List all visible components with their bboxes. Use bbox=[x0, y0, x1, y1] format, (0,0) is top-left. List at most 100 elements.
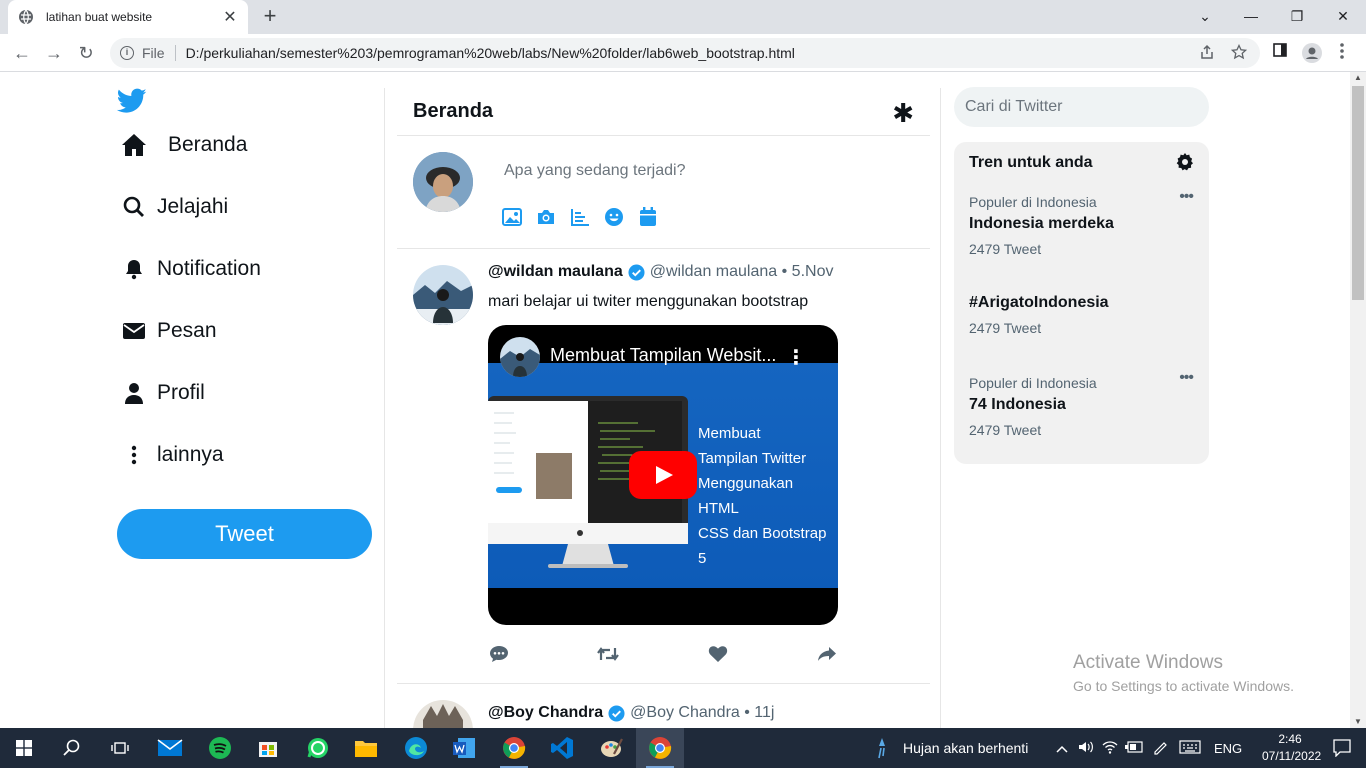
trend-item[interactable]: Populer di Indonesia 74 Indonesia 2479 T… bbox=[969, 369, 1199, 438]
forward-button[interactable]: → bbox=[42, 41, 66, 65]
profile-icon[interactable] bbox=[1300, 42, 1324, 64]
tweet-button[interactable]: Tweet bbox=[117, 509, 372, 559]
camera-icon[interactable] bbox=[535, 206, 557, 228]
avatar[interactable] bbox=[413, 152, 473, 212]
compose-input[interactable]: Apa yang sedang terjadi? bbox=[504, 162, 685, 180]
browser-tab-strip: latihan buat website ✕ + ⌄ — ❐ ✕ bbox=[0, 0, 1366, 34]
youtube-embed[interactable]: Membuat Tampilan Websit... ⋮ Membuat Tam… bbox=[488, 325, 838, 625]
image-icon[interactable] bbox=[501, 206, 523, 228]
tweet-card[interactable]: @Boy Chandra @Boy Chandra • 11j bbox=[397, 684, 930, 728]
emoji-icon[interactable] bbox=[603, 206, 625, 228]
paint-icon[interactable] bbox=[588, 728, 636, 768]
twitter-logo-icon[interactable] bbox=[117, 88, 147, 114]
retweet-icon[interactable] bbox=[597, 643, 619, 665]
tweet-avatar[interactable] bbox=[413, 265, 473, 325]
nav-item-jelajahi[interactable]: Jelajahi bbox=[121, 187, 228, 227]
verified-badge-icon bbox=[628, 263, 645, 281]
nav-item-pesan[interactable]: Pesan bbox=[121, 311, 217, 351]
video-caption-line: Tampilan Twitter bbox=[698, 450, 807, 467]
channel-avatar[interactable] bbox=[500, 337, 540, 377]
scrollbar-thumb[interactable] bbox=[1352, 86, 1364, 300]
language-indicator[interactable]: ENG bbox=[1214, 741, 1242, 756]
search-icon[interactable] bbox=[48, 728, 96, 768]
chevron-up-icon[interactable] bbox=[1050, 741, 1074, 756]
maximize-button[interactable]: ❐ bbox=[1274, 4, 1320, 28]
globe-icon bbox=[19, 9, 33, 25]
poll-icon[interactable] bbox=[569, 206, 591, 228]
weather-rain-icon bbox=[878, 738, 885, 759]
tweet-avatar[interactable] bbox=[413, 700, 473, 728]
more-options-icon[interactable]: ••• bbox=[1179, 369, 1194, 387]
play-button-icon[interactable] bbox=[629, 451, 697, 499]
nav-label: Jelajahi bbox=[157, 195, 229, 218]
task-view-icon[interactable] bbox=[96, 728, 144, 768]
volume-icon[interactable] bbox=[1074, 740, 1098, 757]
page-scrollbar[interactable]: ▲ ▼ bbox=[1350, 72, 1366, 728]
tweet-author-name[interactable]: @Boy Chandra bbox=[488, 704, 603, 722]
tweet-card[interactable]: @wildan maulana @wildan maulana • 5.Nov … bbox=[397, 249, 930, 683]
like-icon[interactable] bbox=[707, 643, 729, 665]
trend-count: 2479 Tweet bbox=[969, 241, 1042, 257]
trend-item[interactable]: Populer di Indonesia Indonesia merdeka 2… bbox=[969, 188, 1199, 257]
video-menu-icon[interactable]: ⋮ bbox=[786, 345, 806, 370]
mail-icon[interactable] bbox=[146, 728, 194, 768]
windows-taskbar: Hujan akan berhenti ENG 2:46 07/11/2022 bbox=[0, 728, 1366, 768]
trend-name: 74 Indonesia bbox=[969, 396, 1066, 413]
trend-item[interactable]: #ArigatoIndonesia 2479 Tweet bbox=[969, 294, 1199, 336]
omnibox[interactable]: i File D:/perkuliahan/semester%203/pemro… bbox=[110, 38, 1260, 68]
share-icon[interactable] bbox=[1196, 44, 1218, 63]
nav-label: Notification bbox=[157, 257, 261, 280]
share-icon[interactable] bbox=[816, 643, 838, 665]
vscode-icon[interactable] bbox=[538, 728, 586, 768]
scroll-up-icon[interactable]: ▲ bbox=[1350, 72, 1366, 84]
windows-start-icon[interactable] bbox=[0, 728, 48, 768]
minimize-button[interactable]: — bbox=[1228, 4, 1274, 28]
tweet-header: @Boy Chandra @Boy Chandra • 11j bbox=[488, 704, 774, 722]
menu-icon[interactable] bbox=[1330, 42, 1354, 64]
keyboard-icon[interactable] bbox=[1174, 739, 1206, 757]
edge-icon[interactable] bbox=[392, 728, 440, 768]
taskbar-clock[interactable]: 2:46 07/11/2022 bbox=[1262, 731, 1321, 765]
weather-widget[interactable]: Hujan akan berhenti bbox=[875, 728, 1028, 768]
clock-time: 2:46 bbox=[1278, 732, 1302, 746]
chrome-icon[interactable] bbox=[490, 728, 538, 768]
browser-tab[interactable]: latihan buat website ✕ bbox=[8, 0, 248, 34]
scroll-down-icon[interactable]: ▼ bbox=[1350, 716, 1366, 728]
sidebar-icon[interactable] bbox=[1268, 42, 1292, 64]
tweet-author-name[interactable]: @wildan maulana bbox=[488, 263, 623, 281]
more-options-icon[interactable]: ••• bbox=[1179, 188, 1194, 206]
calendar-icon[interactable] bbox=[637, 206, 659, 228]
nav-item-beranda[interactable]: Beranda bbox=[121, 125, 247, 165]
video-title[interactable]: Membuat Tampilan Websit... bbox=[550, 345, 776, 366]
chrome-active-icon[interactable] bbox=[636, 728, 684, 768]
wifi-icon[interactable] bbox=[1098, 740, 1122, 757]
reload-button[interactable]: ↻ bbox=[74, 41, 98, 65]
nav-item-notification[interactable]: Notification bbox=[121, 249, 261, 289]
search-input[interactable]: Cari di Twitter bbox=[954, 87, 1209, 127]
tab-search-button[interactable]: ⌄ bbox=[1182, 4, 1228, 28]
back-button[interactable]: ← bbox=[10, 41, 34, 65]
star-icon[interactable] bbox=[1228, 43, 1250, 63]
sparkle-icon[interactable]: ✱ bbox=[892, 98, 914, 129]
gear-icon[interactable] bbox=[1175, 152, 1195, 172]
nav-item-profil[interactable]: Profil bbox=[121, 373, 205, 413]
tab-close-icon[interactable]: ✕ bbox=[222, 7, 238, 27]
store-icon[interactable] bbox=[244, 728, 292, 768]
site-info-icon[interactable]: i bbox=[120, 46, 134, 60]
nav-item-lainnya[interactable]: lainnya bbox=[121, 435, 224, 475]
trend-count: 2479 Tweet bbox=[969, 422, 1042, 438]
battery-icon[interactable] bbox=[1122, 740, 1146, 756]
trend-context: Populer di Indonesia bbox=[969, 375, 1097, 391]
whatsapp-icon[interactable] bbox=[294, 728, 342, 768]
spotify-icon[interactable] bbox=[196, 728, 244, 768]
system-tray: ENG bbox=[1050, 728, 1242, 768]
close-window-button[interactable]: ✕ bbox=[1320, 4, 1366, 28]
pen-icon[interactable] bbox=[1146, 739, 1174, 758]
new-tab-button[interactable]: + bbox=[260, 5, 280, 29]
word-icon[interactable] bbox=[440, 728, 488, 768]
file-explorer-icon[interactable] bbox=[342, 728, 390, 768]
nav-label: lainnya bbox=[157, 443, 224, 466]
reply-icon[interactable] bbox=[488, 643, 510, 665]
url-text[interactable]: D:/perkuliahan/semester%203/pemrograman%… bbox=[186, 45, 1186, 61]
notification-center-icon[interactable] bbox=[1318, 728, 1366, 768]
